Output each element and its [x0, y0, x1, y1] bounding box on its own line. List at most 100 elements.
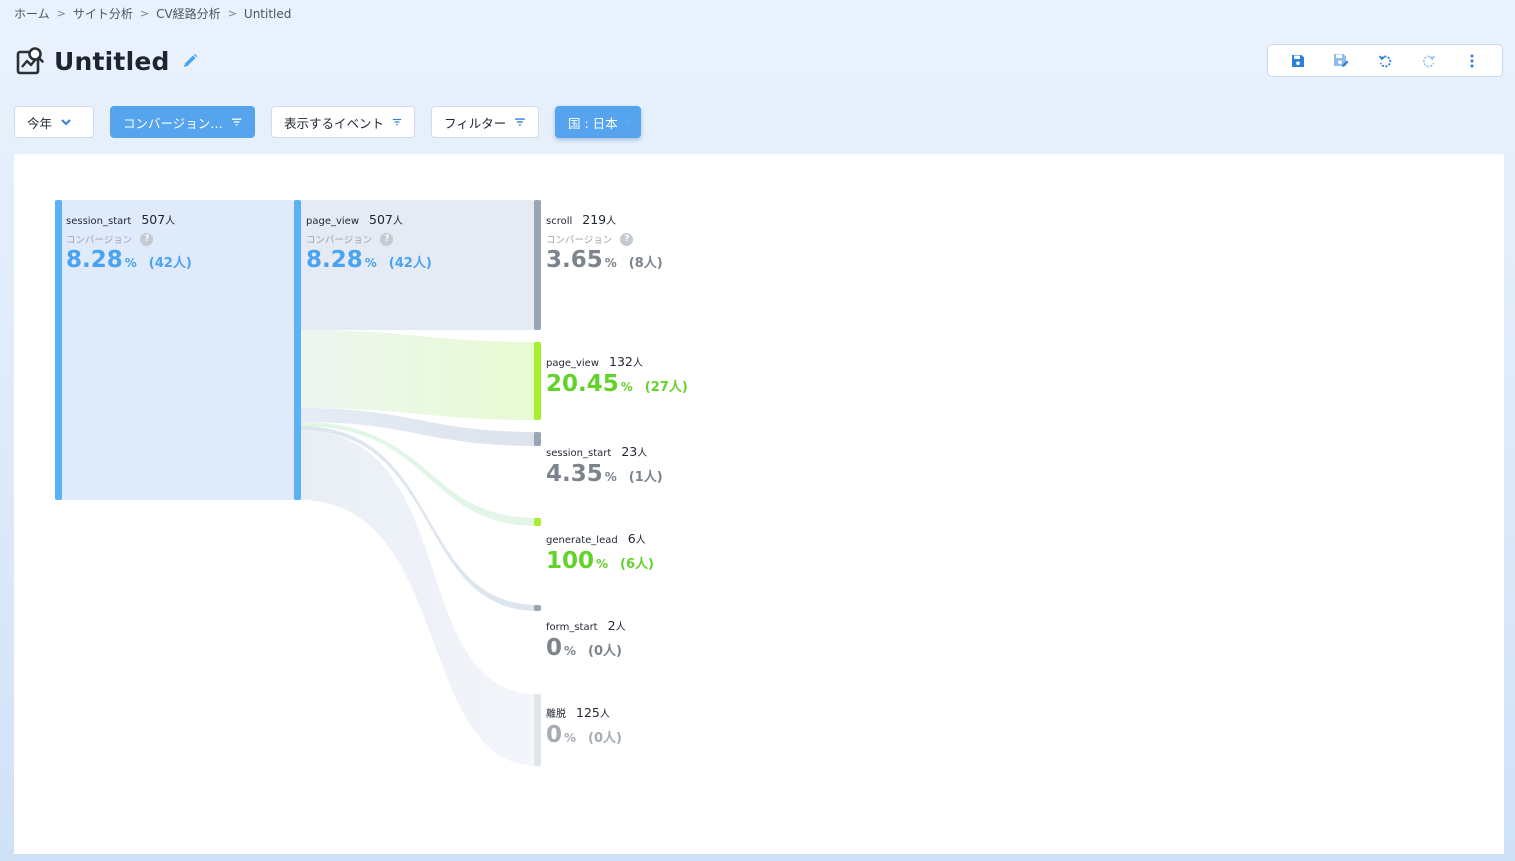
rate-value: 20.45 — [546, 371, 619, 397]
filter-icon — [231, 118, 242, 126]
percent-sign: % — [620, 380, 633, 394]
node-label-form-start: form_start 2人 — [546, 618, 626, 633]
unit: 人 — [392, 216, 403, 227]
conversion-caption: コンバージョン? — [546, 232, 634, 246]
conversion-count: (42人) — [148, 256, 192, 271]
node-bar-page-view[interactable] — [294, 200, 301, 500]
pencil-icon[interactable] — [182, 53, 198, 69]
rate-value: 8.28 — [306, 247, 363, 273]
help-icon[interactable]: ? — [620, 232, 634, 246]
node-bar-scroll[interactable] — [534, 200, 541, 330]
flow-to-exit — [300, 430, 538, 766]
breadcrumb: ホーム > サイト分析 > CV経路分析 > Untitled — [14, 5, 291, 22]
conversion-caption-text: コンバージョン — [546, 235, 613, 246]
node-bar-generate-lead[interactable] — [534, 518, 541, 526]
event-name: page_view — [546, 358, 600, 369]
node-label-session-start: session_start 507人 — [66, 212, 175, 227]
conversion-caption-text: コンバージョン — [306, 235, 373, 246]
period-dropdown[interactable]: 今年 — [14, 106, 94, 138]
country-label: 国 : 日本 — [568, 115, 618, 131]
event-count: 2 — [607, 618, 616, 633]
event-name: 離脱 — [546, 709, 566, 720]
redo-icon — [1422, 54, 1435, 67]
conversion-rate: 0% (0人) — [546, 635, 622, 661]
action-toolbar — [1267, 44, 1503, 77]
period-label: 今年 — [27, 115, 53, 131]
event-name: page_view — [306, 216, 360, 227]
cv-path-panel: session_start 507人 コンバージョン? 8.28% (42人) pa… — [14, 154, 1504, 854]
node-label-scroll: scroll 219人 — [546, 212, 616, 227]
node-label-page-view-2: page_view 132人 — [546, 354, 643, 369]
save-button[interactable] — [1287, 50, 1309, 72]
percent-sign: % — [364, 256, 377, 270]
unit: 人 — [632, 358, 643, 369]
help-icon[interactable]: ? — [140, 232, 154, 246]
page-title: Untitled — [54, 46, 170, 76]
event-count: 507 — [369, 212, 393, 227]
breadcrumb-site-analysis[interactable]: サイト分析 — [73, 5, 133, 22]
filter-button[interactable]: フィルター — [431, 106, 539, 138]
help-icon[interactable]: ? — [380, 232, 394, 246]
conversion-rate: 4.35% (1人) — [546, 461, 663, 487]
unit: 人 — [606, 216, 617, 227]
events-filter[interactable]: 表示するイベント — [271, 106, 415, 138]
breadcrumb-home[interactable]: ホーム — [14, 5, 50, 22]
conversion-filter[interactable]: コンバージョン… — [110, 106, 255, 138]
percent-sign: % — [124, 256, 137, 270]
unit: 人 — [615, 622, 626, 633]
filter-label: フィルター — [444, 115, 507, 131]
event-count: 132 — [609, 354, 633, 369]
chevron-down-icon — [61, 119, 71, 126]
event-name: session_start — [546, 448, 612, 459]
rate-value: 0 — [546, 635, 563, 661]
sankey-diagram — [55, 200, 541, 766]
undo-button[interactable] — [1374, 50, 1396, 72]
conversion-count: (1人) — [628, 470, 663, 485]
percent-sign: % — [596, 557, 609, 571]
conversion-caption: コンバージョン? — [66, 232, 154, 246]
conversion-caption-text: コンバージョン — [66, 235, 133, 246]
percent-sign: % — [604, 470, 617, 484]
percent-sign: % — [564, 731, 577, 745]
event-name: session_start — [66, 216, 132, 227]
event-count: 6 — [627, 531, 636, 546]
conversion-count: (6人) — [620, 557, 654, 572]
breadcrumb-current: Untitled — [243, 6, 292, 21]
conversion-count: (8人) — [628, 256, 663, 271]
unit: 人 — [635, 535, 646, 546]
breadcrumb-cv-path[interactable]: CV経路分析 — [156, 5, 221, 22]
more-menu-button[interactable] — [1461, 50, 1483, 72]
conversion-count: (27人) — [644, 380, 688, 395]
conversion-rate: 100% (6人) — [546, 548, 654, 574]
node-bar-session-start[interactable] — [55, 200, 62, 500]
rate-value: 3.65 — [546, 247, 603, 273]
rate-value: 0 — [546, 722, 563, 748]
chevron-down-icon — [625, 121, 628, 123]
events-label: 表示するイベント — [284, 115, 385, 131]
save-as-icon — [1334, 54, 1349, 67]
chevron-right-icon: > — [139, 7, 150, 20]
rate-value: 100 — [546, 548, 595, 574]
unit: 人 — [637, 448, 648, 459]
chevron-right-icon: > — [56, 7, 66, 20]
more-vertical-icon — [1470, 54, 1474, 67]
node-bar-page-view-2[interactable] — [534, 342, 541, 420]
event-name: scroll — [546, 216, 573, 227]
node-label-page-view: page_view 507人 — [306, 212, 403, 227]
conversion-rate: 3.65% (8人) — [546, 247, 663, 273]
filter-bar: 今年 コンバージョン… 表示するイベント フィルター 国 : 日本 — [14, 106, 657, 138]
node-bar-form-start[interactable] — [534, 605, 541, 611]
conversion-rate: 20.45% (27人) — [546, 371, 688, 397]
save-as-button[interactable] — [1330, 50, 1352, 72]
event-count: 23 — [621, 444, 638, 459]
chevron-right-icon: > — [227, 7, 237, 20]
conversion-rate: 8.28% (42人) — [306, 247, 432, 273]
node-label-exit: 離脱 125人 — [546, 705, 610, 720]
chart-report-icon — [16, 47, 44, 75]
country-filter[interactable]: 国 : 日本 — [555, 106, 641, 138]
node-bar-session-start-2[interactable] — [534, 432, 541, 446]
unit: 人 — [599, 709, 610, 720]
redo-button[interactable] — [1418, 50, 1440, 72]
node-bar-exit[interactable] — [534, 694, 541, 766]
conversion-count: (42人) — [388, 256, 432, 271]
